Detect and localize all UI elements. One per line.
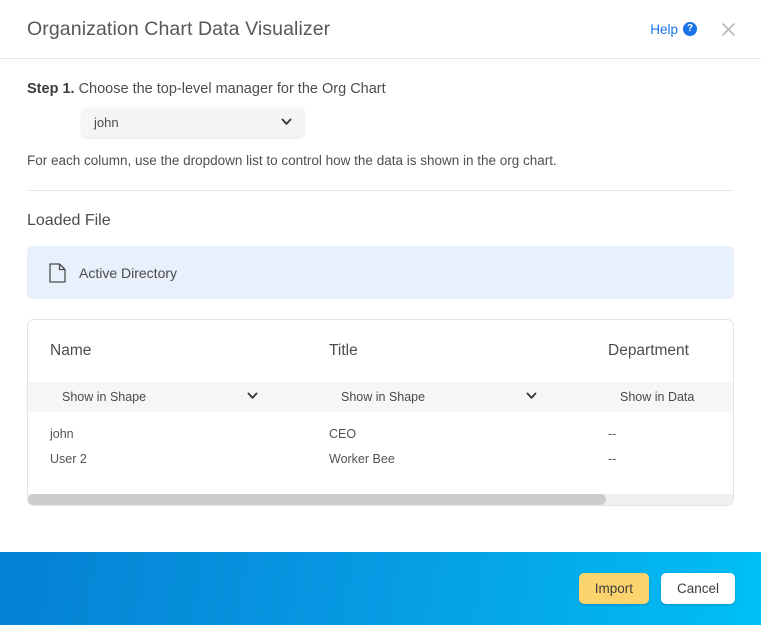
question-mark-circle-icon: ? [683,22,697,36]
org-chart-import-dialog: Organization Chart Data Visualizer Help … [0,0,761,625]
mapping-cell-department: Show in Data [586,383,733,411]
column-mapping-select-title[interactable]: Show in Shape [329,383,549,411]
help-link[interactable]: Help ? [650,22,697,37]
column-mapping-hint: For each column, use the dropdown list t… [27,153,557,168]
loaded-file-card[interactable]: Active Directory [27,246,734,299]
column-mapping-table: Name Title Department Manager [27,319,734,506]
step-text: Choose the top-level manager for the Org… [74,81,386,97]
table-cell: -- [608,427,617,442]
file-document-icon [49,262,66,283]
table-row: User 2 Worker Bee -- -- [28,447,733,472]
manager-select-row: john [27,108,734,137]
dialog-header: Organization Chart Data Visualizer Help … [0,0,761,59]
section-divider [27,190,734,191]
table-row: john CEO -- -- [28,422,733,447]
column-mapping-select-department[interactable]: Show in Data [608,383,733,411]
table-mapping-row: Show in Shape Show in Shape Show in Data [28,382,733,412]
chevron-down-icon [525,389,538,405]
dialog-footer: Import Cancel [0,552,761,625]
table-column-title: Title [307,320,586,382]
column-mapping-select-name[interactable]: Show in Shape [50,383,270,411]
table-cell: CEO [329,427,357,442]
column-header: Name [50,342,92,359]
table-header-row: Name Title Department Manager [28,320,733,382]
table-content: Name Title Department Manager [28,320,733,471]
mapping-cell-name: Show in Shape [28,383,307,411]
table-column-name: Name [28,320,307,382]
table-cell: -- [608,451,617,466]
table-column-department: Department [586,320,733,382]
column-mapping-value: Show in Data [620,390,695,404]
mapping-cell-title: Show in Shape [307,383,586,411]
table-scroll-viewport: Name Title Department Manager [28,320,733,505]
import-button[interactable]: Import [578,573,649,604]
table-cell: john [50,427,74,442]
column-mapping-value: Show in Shape [62,390,147,404]
cancel-button[interactable]: Cancel [660,573,735,604]
close-button[interactable] [715,16,741,42]
loaded-file-heading: Loaded File [27,212,111,229]
help-label: Help [650,21,678,37]
close-icon [721,22,735,36]
table-cell: User 2 [50,451,87,466]
column-header: Department [608,342,689,359]
chevron-down-icon [280,115,293,131]
step-label: Step 1. [27,81,75,97]
page-title: Organization Chart Data Visualizer [27,17,331,40]
top-level-manager-value: john [94,115,119,130]
scrollbar-thumb[interactable] [28,494,607,505]
top-level-manager-select[interactable]: john [82,108,304,137]
column-header: Title [329,342,358,359]
loaded-file-name: Active Directory [79,264,178,281]
dialog-body: Step 1. Choose the top-level manager for… [0,59,761,552]
table-cell: Worker Bee [329,451,395,466]
chevron-down-icon [246,389,259,405]
step-instruction: Step 1. Choose the top-level manager for… [27,81,734,97]
horizontal-scrollbar[interactable] [28,494,733,505]
column-mapping-value: Show in Shape [341,390,426,404]
